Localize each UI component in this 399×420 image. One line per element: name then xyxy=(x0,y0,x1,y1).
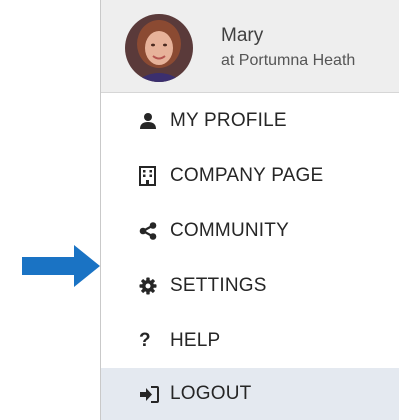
menu-item-logout[interactable]: LOGOUT xyxy=(101,368,399,420)
menu-item-label: SETTINGS xyxy=(170,274,267,296)
menu-item-company-page[interactable]: COMPANY PAGE xyxy=(101,148,399,203)
question-icon: ? xyxy=(139,329,151,351)
user-icon xyxy=(139,111,161,131)
share-icon xyxy=(139,221,161,241)
menu-item-settings[interactable]: SETTINGS xyxy=(101,258,399,313)
avatar[interactable] xyxy=(125,14,193,82)
gear-icon xyxy=(139,276,161,296)
menu-item-label: COMPANY PAGE xyxy=(170,164,324,186)
menu-item-label: LOGOUT xyxy=(170,383,252,404)
menu-item-label: COMMUNITY xyxy=(170,219,289,241)
menu-item-my-profile[interactable]: MY PROFILE xyxy=(101,93,399,148)
user-company: at Portumna Heath xyxy=(221,52,356,69)
building-icon xyxy=(139,165,161,186)
pointer-arrow xyxy=(22,245,100,287)
menu-item-label: MY PROFILE xyxy=(170,109,287,131)
menu-item-label: HELP xyxy=(170,329,221,351)
user-name: Mary xyxy=(221,25,264,46)
sign-out-icon xyxy=(139,384,161,404)
user-dropdown-menu: Mary at Portumna Heath MY PROFILE COMPAN… xyxy=(100,0,399,420)
user-header: Mary at Portumna Heath xyxy=(101,0,399,93)
menu-item-community[interactable]: COMMUNITY xyxy=(101,203,399,258)
menu-item-help[interactable]: ? HELP xyxy=(101,313,399,368)
